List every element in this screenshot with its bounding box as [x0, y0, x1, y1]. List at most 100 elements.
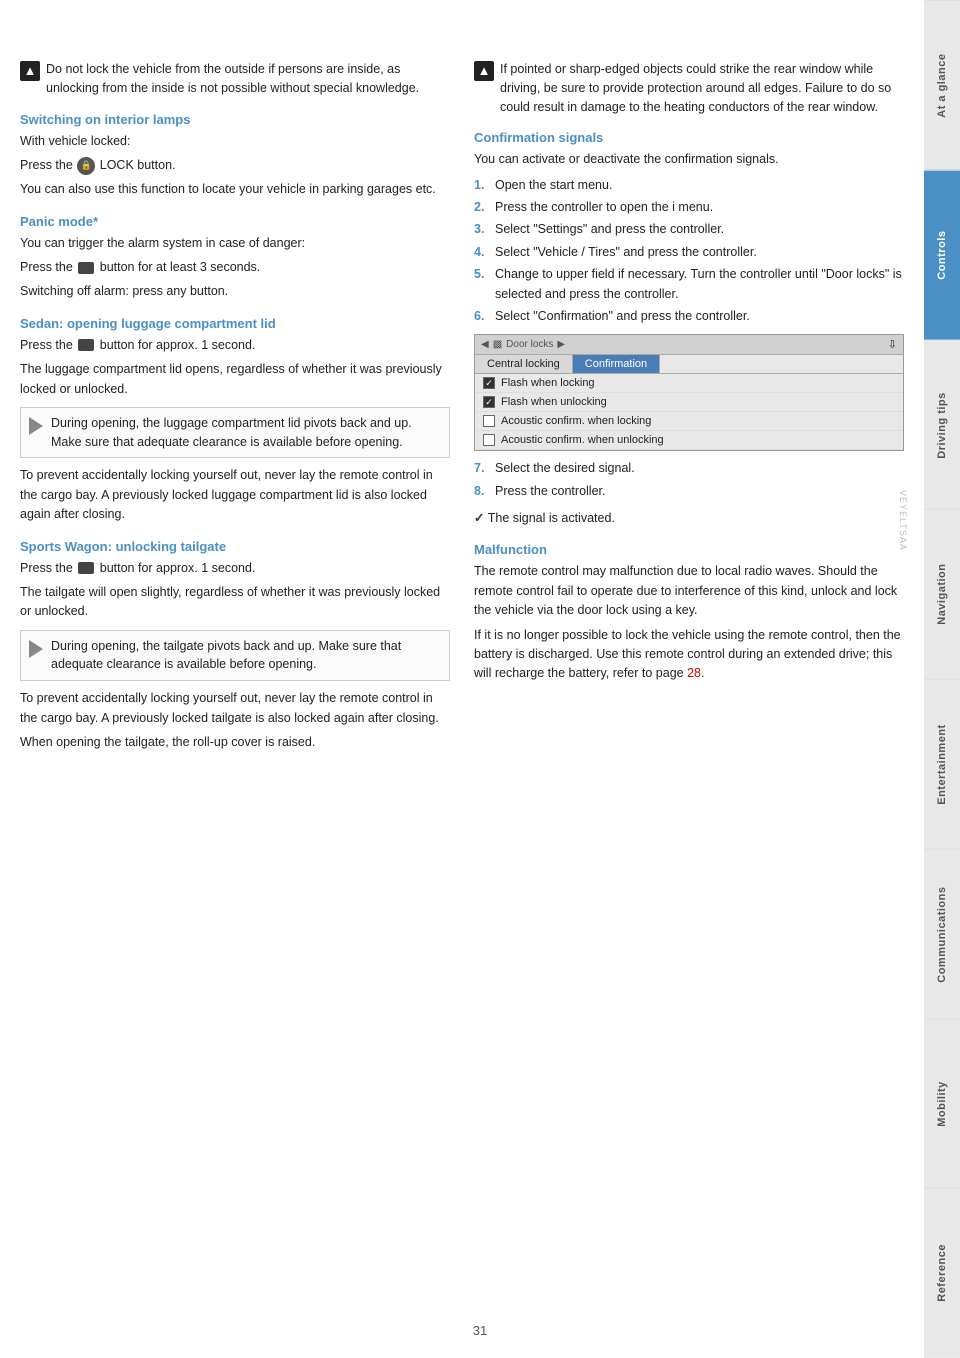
ui-screenshot: ◀ ▩ Door locks ▶ ⇩ Central locking Confi… — [474, 334, 904, 451]
sidebar-tab-communications[interactable]: Communications — [924, 849, 960, 1019]
step-7-text: Select the desired signal. — [495, 459, 635, 478]
confirmation-text: You can activate or deactivate the confi… — [474, 150, 904, 169]
sedan-note-block: During opening, the luggage compartment … — [20, 407, 450, 459]
step-3: 3. Select "Settings" and press the contro… — [474, 220, 904, 239]
remote-btn-sedan — [78, 339, 94, 351]
remote-btn-sports — [78, 562, 94, 574]
ui-checkbox-3 — [483, 415, 495, 427]
sidebar-tab-at-a-glance[interactable]: At a glance — [924, 0, 960, 170]
step-5-text: Change to upper field if necessary. Turn… — [495, 265, 904, 304]
sedan-heading: Sedan: opening luggage compartment lid — [20, 316, 450, 331]
step-8-text: Press the controller. — [495, 482, 605, 501]
warning-block-left: ▲ Do not lock the vehicle from the outsi… — [20, 60, 450, 98]
step-6-text: Select "Confirmation" and press the cont… — [495, 307, 750, 326]
steps-after: 7. Select the desired signal. 8. Press the… — [474, 459, 904, 501]
step-6: 6. Select "Confirmation" and press the co… — [474, 307, 904, 326]
left-column: ▲ Do not lock the vehicle from the outsi… — [20, 60, 450, 757]
switching-heading: Switching on interior lamps — [20, 112, 450, 127]
sidebar-tab-mobility[interactable]: Mobility — [924, 1019, 960, 1189]
step-1: 1. Open the start menu. — [474, 176, 904, 195]
ui-menu-label-3: Acoustic confirm. when locking — [501, 415, 651, 427]
watermark: VEYELTSAA — [898, 490, 908, 551]
ui-menu-item-2: ✓ Flash when unlocking — [475, 393, 903, 412]
sedan-text2: The luggage compartment lid opens, regar… — [20, 360, 450, 399]
step-1-text: Open the start menu. — [495, 176, 612, 195]
nav-icon: ▩ — [493, 339, 502, 350]
step-3-num: 3. — [474, 220, 490, 239]
step-4-text: Select "Vehicle / Tires" and press the c… — [495, 243, 757, 262]
sedan-text1: Press the button for approx. 1 second. — [20, 336, 450, 355]
remote-button-icon — [78, 262, 94, 274]
ui-checkbox-1: ✓ — [483, 377, 495, 389]
sidebar-tab-driving-tips[interactable]: Driving tips — [924, 340, 960, 510]
step-5-num: 5. — [474, 265, 490, 304]
panic-text1: You can trigger the alarm system in case… — [20, 234, 450, 253]
malfunction-text2: If it is no longer possible to lock the … — [474, 626, 904, 684]
ui-menu-item-4: Acoustic confirm. when unlocking — [475, 431, 903, 450]
ui-menu-label-4: Acoustic confirm. when unlocking — [501, 434, 664, 446]
ui-sort-icon: ⇩ — [888, 338, 897, 351]
step-5: 5.Change to upper field if necessary. Tu… — [474, 265, 904, 304]
sports-text1: Press the button for approx. 1 second. — [20, 559, 450, 578]
confirmation-heading: Confirmation signals — [474, 130, 904, 145]
main-content: ▲ Do not lock the vehicle from the outsi… — [0, 0, 924, 797]
step-3-text: Select "Settings" and press the controll… — [495, 220, 724, 239]
sedan-note-text: During opening, the luggage compartment … — [51, 414, 441, 452]
warning-text-right: If pointed or sharp-edged objects could … — [500, 60, 904, 116]
page-link[interactable]: 28 — [687, 666, 701, 680]
nav-left-arrow: ◀ — [481, 339, 489, 350]
ui-title: Door locks — [506, 339, 553, 350]
step-6-num: 6. — [474, 307, 490, 326]
warning-text-left: Do not lock the vehicle from the outside… — [46, 60, 450, 98]
warning-icon-right: ▲ — [474, 61, 494, 81]
switching-text1: With vehicle locked: — [20, 132, 450, 151]
sidebar-tab-reference[interactable]: Reference — [924, 1188, 960, 1358]
panic-heading: Panic mode* — [20, 214, 450, 229]
step-1-num: 1. — [474, 176, 490, 195]
check-text: ✓ The signal is activated. — [474, 509, 904, 528]
sidebar-tab-entertainment[interactable]: Entertainment — [924, 679, 960, 849]
sidebar-tab-navigation[interactable]: Navigation — [924, 509, 960, 679]
nav-arrows: ◀ ▩ Door locks ▶ — [481, 339, 565, 350]
ui-tab-confirmation[interactable]: Confirmation — [573, 355, 660, 373]
warning-icon-left: ▲ — [20, 61, 40, 81]
step-8: 8. Press the controller. — [474, 482, 904, 501]
step-7: 7. Select the desired signal. — [474, 459, 904, 478]
nav-right-arrow: ▶ — [557, 339, 565, 350]
panic-text2: Press the button for at least 3 seconds. — [20, 258, 450, 277]
right-column: ▲ If pointed or sharp-edged objects coul… — [474, 60, 904, 757]
sidebar: At a glance Controls Driving tips Naviga… — [924, 0, 960, 1358]
sports-note-block: During opening, the tailgate pivots back… — [20, 630, 450, 682]
ui-titlebar: ◀ ▩ Door locks ▶ ⇩ — [475, 335, 903, 355]
ui-menu-label-1: Flash when locking — [501, 377, 595, 389]
ui-menu-item-3: Acoustic confirm. when locking — [475, 412, 903, 431]
ui-checkbox-4 — [483, 434, 495, 446]
step-4: 4. Select "Vehicle / Tires" and press the… — [474, 243, 904, 262]
sports-text2: The tailgate will open slightly, regardl… — [20, 583, 450, 622]
ui-menu-label-2: Flash when unlocking — [501, 396, 607, 408]
ui-menu-item-1: ✓ Flash when locking — [475, 374, 903, 393]
step-2-text: Press the controller to open the і menu. — [495, 198, 713, 217]
sports-text4: When opening the tailgate, the roll-up c… — [20, 733, 450, 752]
ui-checkbox-2: ✓ — [483, 396, 495, 408]
sports-note-triangle-icon — [29, 640, 43, 658]
switching-text3: You can also use this function to locate… — [20, 180, 450, 199]
switching-text2: Press the 🔒 LOCK button. — [20, 156, 450, 175]
panic-text3: Switching off alarm: press any button. — [20, 282, 450, 301]
ui-tabs: Central locking Confirmation — [475, 355, 903, 374]
sidebar-tab-controls[interactable]: Controls — [924, 170, 960, 340]
sports-note-text: During opening, the tailgate pivots back… — [51, 637, 441, 675]
step-8-num: 8. — [474, 482, 490, 501]
sports-text3: To prevent accidentally locking yourself… — [20, 689, 450, 728]
step-4-num: 4. — [474, 243, 490, 262]
step-7-num: 7. — [474, 459, 490, 478]
sports-heading: Sports Wagon: unlocking tailgate — [20, 539, 450, 554]
step-2: 2.Press the controller to open the і men… — [474, 198, 904, 217]
ui-tab-central-locking[interactable]: Central locking — [475, 355, 573, 373]
lock-icon: 🔒 — [77, 157, 95, 175]
confirmation-steps: 1. Open the start menu. 2.Press the contr… — [474, 176, 904, 327]
malfunction-text1: The remote control may malfunction due t… — [474, 562, 904, 620]
sedan-text3: To prevent accidentally locking yourself… — [20, 466, 450, 524]
warning-block-right: ▲ If pointed or sharp-edged objects coul… — [474, 60, 904, 116]
malfunction-heading: Malfunction — [474, 542, 904, 557]
